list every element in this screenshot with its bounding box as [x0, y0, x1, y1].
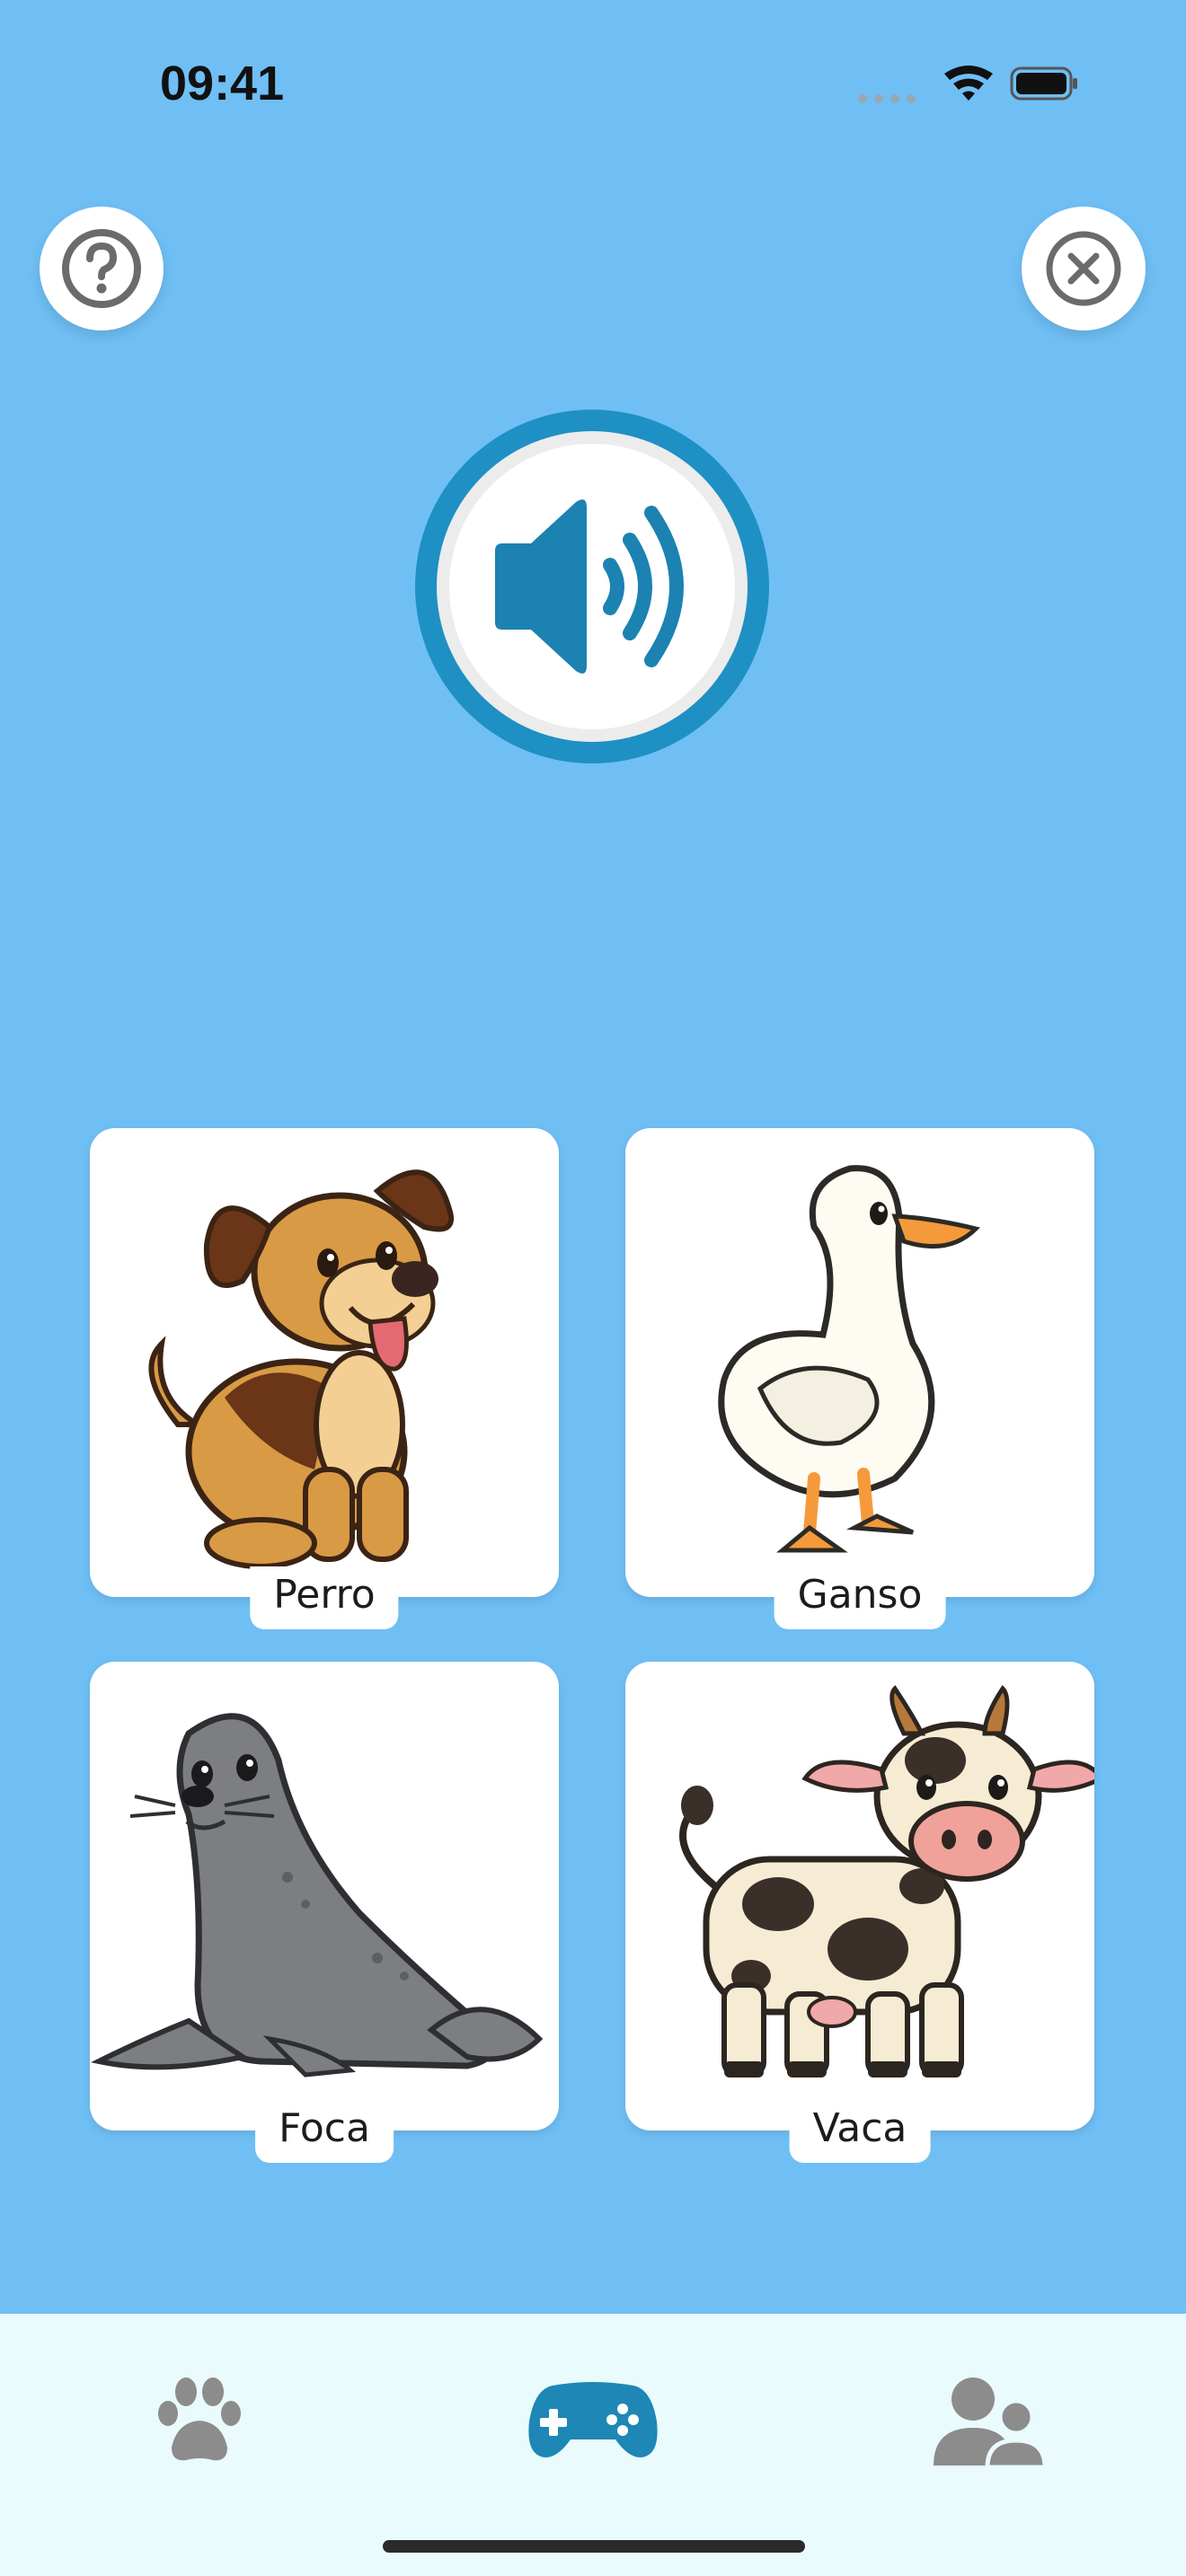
status-icons: [846, 63, 1080, 108]
tab-games[interactable]: [521, 2350, 665, 2493]
tab-animals[interactable]: [128, 2350, 271, 2493]
option-card-perro[interactable]: Perro: [90, 1128, 559, 1629]
wifi-icon: [944, 66, 993, 101]
close-button[interactable]: [1022, 207, 1146, 331]
cow-illustration: [679, 1685, 1094, 2078]
tab-bar: [0, 2314, 1186, 2576]
status-time: 09:41: [160, 57, 285, 110]
option-card-vaca[interactable]: Vaca: [625, 1662, 1094, 2163]
goose-illustration: [718, 1165, 980, 1553]
seal-illustration: [91, 1713, 544, 2078]
dog-illustration: [148, 1169, 454, 1569]
profiles-icon: [934, 2378, 1047, 2470]
play-sound-button[interactable]: [415, 410, 769, 763]
gamepad-icon: [528, 2382, 658, 2457]
option-label: Vaca: [789, 2100, 931, 2163]
paw-icon: [158, 2378, 241, 2461]
home-indicator: [383, 2540, 805, 2553]
speaker-ring: [437, 431, 748, 742]
battery-icon: [1010, 66, 1077, 101]
question-icon: [62, 229, 141, 308]
speaker-icon: [495, 499, 684, 674]
option-label: Ganso: [774, 1566, 946, 1629]
help-button[interactable]: [40, 207, 164, 331]
cellular-icon: [858, 94, 916, 103]
speaker-face: [449, 444, 735, 729]
option-card-ganso[interactable]: Ganso: [625, 1128, 1094, 1629]
option-card-foca[interactable]: Foca: [90, 1662, 559, 2163]
option-label: Foca: [255, 2100, 394, 2163]
option-label: Perro: [250, 1566, 399, 1629]
close-icon: [1046, 231, 1121, 306]
tab-profiles[interactable]: [916, 2350, 1060, 2493]
